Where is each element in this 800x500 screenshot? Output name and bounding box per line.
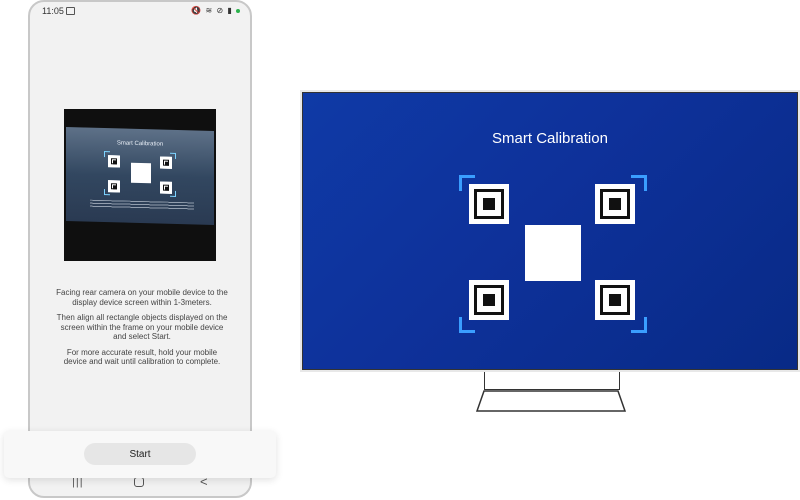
- marker-bottom-right: [595, 280, 635, 320]
- instruction-paragraph-3: For more accurate result, hold your mobi…: [63, 347, 221, 367]
- status-time: 11:05: [42, 6, 64, 16]
- marker-top-left: [469, 184, 509, 224]
- camera-preview: Smart Calibration: [64, 109, 216, 261]
- status-symbols: 🔇 ≋ ⊘ ▮: [191, 6, 233, 15]
- tv-screen: Smart Calibration: [302, 92, 798, 370]
- center-square: [525, 225, 581, 281]
- preview-title: Smart Calibration: [116, 140, 164, 148]
- preview-marker-top-left: [108, 155, 120, 168]
- preview-marker-top-right: [160, 156, 172, 169]
- preview-small-text: [90, 199, 194, 211]
- marker-top-right: [595, 184, 635, 224]
- status-icons: 🔇 ≋ ⊘ ▮: [191, 6, 240, 15]
- tv-stand-neck: [484, 372, 620, 390]
- tv-title: Smart Calibration: [492, 130, 608, 147]
- camera-indicator-icon: [236, 8, 240, 13]
- phone-mockup: 11:05 🔇 ≋ ⊘ ▮ Smart Calibration Facing r…: [28, 0, 252, 498]
- home-icon[interactable]: [134, 477, 144, 487]
- preview-tv-screen: Smart Calibration: [66, 127, 214, 225]
- tv-monitor: Smart Calibration: [300, 90, 800, 372]
- status-bar: 11:05 🔇 ≋ ⊘ ▮: [30, 2, 250, 22]
- preview-marker-bottom-left: [108, 180, 120, 193]
- preview-center-square: [131, 162, 151, 184]
- instructions: Facing rear camera on your mobile device…: [56, 288, 228, 373]
- gallery-icon: [66, 7, 75, 15]
- start-button[interactable]: Start: [84, 443, 196, 465]
- tv-stand-base: [476, 390, 626, 412]
- instruction-paragraph-2: Then align all rectangle objects display…: [56, 313, 228, 341]
- preview-marker-bottom-right: [160, 181, 172, 194]
- marker-bottom-left: [469, 280, 509, 320]
- bottom-action-sheet: Start: [4, 431, 276, 478]
- instruction-paragraph-1: Facing rear camera on your mobile device…: [56, 288, 228, 307]
